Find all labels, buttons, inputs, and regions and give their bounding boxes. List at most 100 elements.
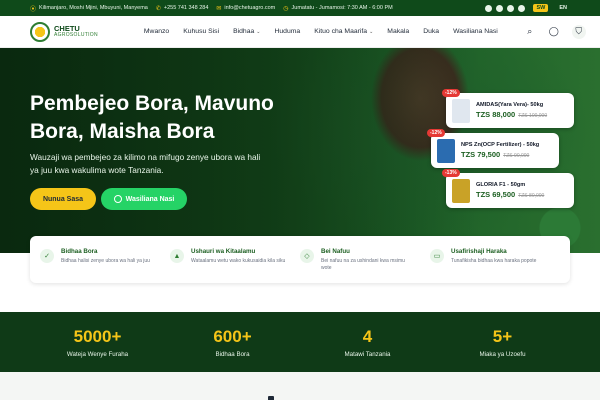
language-sw[interactable]: SW <box>533 4 549 12</box>
product-old-price: TZS 90,000 <box>503 153 530 159</box>
feature-title: Ushauri wa Kitaalamu <box>191 248 256 255</box>
clock-icon: ◷ <box>283 5 289 12</box>
feature-text: Usafirishaji Haraka Tunafikisha bidhaa k… <box>451 248 546 283</box>
feature-item: ◇ Bei Nafuu Bei nafuu na za ushindani kw… <box>300 236 430 283</box>
feature-text: Ushauri wa Kitaalamu Wataalamu wetu wako… <box>191 248 286 283</box>
stat-item: 600+ Bidhaa Bora <box>165 312 300 372</box>
instagram-icon[interactable] <box>496 4 504 12</box>
stat-label: Miaka ya Uzoefu <box>479 351 526 358</box>
product-price-row: TZS 69,500 TZS 80,000 <box>476 190 544 199</box>
product-name: NPS Zn(OCP Fertilizer) - 50kg <box>461 142 540 148</box>
logo-text: CHETU AGROSOLUTION <box>54 25 98 39</box>
stat-value: 4 <box>362 327 373 346</box>
check-circle-icon: ✓ <box>40 249 54 263</box>
product-price: TZS 88,000 <box>476 110 516 119</box>
stat-label: Matawi Tanzania <box>344 351 391 358</box>
whatsapp-button-label: Wasiliana Nasi <box>125 195 175 203</box>
hero-section: Pembejeo Bora, Mavuno Bora, Maisha Bora … <box>0 48 600 253</box>
search-icon[interactable]: ⌕ <box>524 26 536 37</box>
product-price-row: TZS 79,500 TZS 90,000 <box>461 150 539 159</box>
main-header: CHETU AGROSOLUTION Mwanzo Kuhusu Sisi Bi… <box>0 16 600 48</box>
main-nav: Mwanzo Kuhusu Sisi Bidhaa ⌄ Huduma Kituo … <box>144 28 512 35</box>
feature-item: ▲ Ushauri wa Kitaalamu Wataalamu wetu wa… <box>170 236 300 283</box>
cart-icon[interactable]: ⛉ <box>571 24 586 39</box>
product-info: GLORIA F1 - 50gm TZS 69,500 TZS 80,000 <box>476 182 544 199</box>
nav-item-bidhaa-label: Bidhaa <box>233 28 255 35</box>
stat-item: 5000+ Wateja Wenye Furaha <box>30 312 165 372</box>
top-info-bar: ⦿ Kilimanjaro, Moshi Mjini, Mbuyuni, Many… <box>0 0 600 16</box>
phone-info[interactable]: ✆ +255 741 348 284 <box>156 5 209 12</box>
header-icons: ⌕ ◯ ⛉ <box>512 24 586 39</box>
feature-desc: Tunafikisha bidhaa kwa haraka popote <box>451 258 537 264</box>
features-strip: ✓ Bidhaa Bora Bidhaa halisi zenye ubora … <box>30 236 570 283</box>
next-section <box>0 372 600 400</box>
product-price: TZS 69,500 <box>476 190 516 199</box>
discount-badge: -12% <box>442 89 460 97</box>
whatsapp-contact-button[interactable]: Wasiliana Nasi <box>101 188 187 210</box>
user-icon[interactable]: ◯ <box>548 26 560 37</box>
nav-item-bidhaa[interactable]: Bidhaa ⌄ <box>233 28 260 35</box>
product-price-row: TZS 88,000 TZS 100,000 <box>476 110 547 119</box>
product-old-price: TZS 80,000 <box>518 193 545 199</box>
product-info: NPS Zn(OCP Fertilizer) - 50kg TZS 79,500… <box>461 142 539 159</box>
hero-title: Pembejeo Bora, Mavuno Bora, Maisha Bora <box>30 92 274 143</box>
location-pin-icon: ⦿ <box>30 6 37 13</box>
hours-info: ◷ Jumatatu - Jumamosi: 7:30 AM - 6:00 PM <box>283 5 392 12</box>
facebook-icon[interactable] <box>485 4 493 12</box>
stat-item: 4 Matawi Tanzania <box>300 312 435 372</box>
location-info: ⦿ Kilimanjaro, Moshi Mjini, Mbuyuni, Many… <box>30 4 148 13</box>
stat-label: Bidhaa Bora <box>215 351 250 358</box>
product-card[interactable]: -12% AMIDAS(Yara Vera)- 50kg TZS 88,000 T… <box>442 89 574 128</box>
logo-name: CHETU <box>54 23 80 33</box>
truck-icon: ▭ <box>430 249 444 263</box>
product-card[interactable]: -12% NPS Zn(OCP Fertilizer) - 50kg TZS 7… <box>427 129 559 168</box>
site-logo[interactable]: CHETU AGROSOLUTION <box>30 21 98 42</box>
stat-item: 5+ Miaka ya Uzoefu <box>435 312 570 372</box>
product-name: AMIDAS(Yara Vera)- 50kg <box>476 102 544 108</box>
feature-desc: Bidhaa halisi zenye ubora wa hali ya juu <box>61 258 150 264</box>
feature-title: Bei Nafuu <box>321 248 350 255</box>
feature-item: ▭ Usafirishaji Haraka Tunafikisha bidhaa… <box>430 236 560 283</box>
product-price: TZS 79,500 <box>461 150 501 159</box>
mail-icon: ✉ <box>216 5 222 12</box>
nav-item-makala[interactable]: Makala <box>387 28 409 35</box>
nav-item-kituo[interactable]: Kituo cha Maarifa ⌄ <box>314 28 373 35</box>
email-text[interactable]: info@chetuagro.com <box>224 5 275 11</box>
product-card[interactable]: -13% GLORIA F1 - 50gm TZS 69,500 TZS 80,0… <box>442 169 574 208</box>
tiktok-icon[interactable] <box>507 4 515 12</box>
hero-subtitle: Wauzaji wa pembejeo za kilimo na mifugo … <box>30 152 261 175</box>
discount-badge: -12% <box>427 129 445 137</box>
email-info[interactable]: ✉ info@chetuagro.com <box>216 5 275 12</box>
chevron-down-icon: ⌄ <box>369 29 374 35</box>
stats-band: 5000+ Wateja Wenye Furaha 600+ Bidhaa Bo… <box>0 312 600 372</box>
product-old-price: TZS 100,000 <box>518 113 548 119</box>
stat-label: Wateja Wenye Furaha <box>66 351 129 358</box>
whatsapp-icon[interactable] <box>518 4 526 12</box>
chevron-down-icon: ⌄ <box>256 29 261 35</box>
feature-title: Usafirishaji Haraka <box>451 248 507 255</box>
tag-icon: ◇ <box>300 249 314 263</box>
nav-item-mwanzo[interactable]: Mwanzo <box>144 28 169 35</box>
stat-value: 5000+ <box>73 327 122 346</box>
nav-item-huduma[interactable]: Huduma <box>274 28 300 35</box>
product-info: AMIDAS(Yara Vera)- 50kg TZS 88,000 TZS 10… <box>476 102 547 119</box>
feature-desc: Bei nafuu na za ushindani kwa msimu wote <box>321 258 405 271</box>
feature-title: Bidhaa Bora <box>61 248 98 255</box>
nav-item-duka[interactable]: Duka <box>423 28 439 35</box>
section-heading-fragment <box>268 396 274 400</box>
discount-badge: -13% <box>442 169 460 177</box>
phone-icon: ✆ <box>155 5 161 12</box>
language-en[interactable]: EN <box>556 4 570 12</box>
shop-now-button[interactable]: Nunua Sasa <box>30 188 96 210</box>
feature-text: Bidhaa Bora Bidhaa halisi zenye ubora wa… <box>61 248 156 283</box>
nav-item-kuhusu[interactable]: Kuhusu Sisi <box>183 28 219 35</box>
stat-value: 600+ <box>213 327 252 346</box>
phone-text[interactable]: +255 741 348 284 <box>164 5 209 11</box>
feature-desc: Wataalamu wetu wako kukusaidia kila siku <box>191 258 286 264</box>
nav-item-wasiliana[interactable]: Wasiliana Nasi <box>453 28 498 35</box>
nav-item-kituo-label: Kituo cha Maarifa <box>314 28 368 35</box>
location-text: Kilimanjaro, Moshi Mjini, Mbuyuni, Manye… <box>39 5 148 11</box>
product-name: GLORIA F1 - 50gm <box>476 182 526 188</box>
product-thumbnail <box>437 138 455 163</box>
topbar-right: SW EN <box>481 4 570 12</box>
